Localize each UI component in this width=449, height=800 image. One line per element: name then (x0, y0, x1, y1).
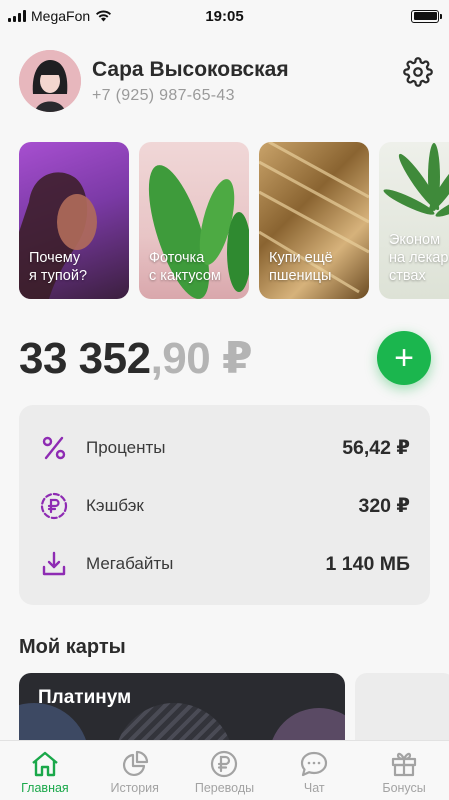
bonus-label: Проценты (86, 438, 166, 457)
download-icon (39, 549, 69, 579)
battery-icon (411, 9, 442, 23)
ruble-coin-icon (39, 491, 69, 521)
tab-label: Переводы (194, 781, 255, 795)
balance-integer: 33 352 (19, 333, 151, 383)
gear-icon (403, 57, 433, 87)
tab-label: Главная (21, 781, 69, 795)
bonus-summary-card: Проценты 56,42 ₽ Кэшбэк 320 ₽ Мегабайты … (19, 405, 430, 605)
card-decoration (114, 703, 234, 743)
tab-chat[interactable]: Чат (269, 741, 359, 800)
profile-phone: +7 (925) 987-65-43 (92, 86, 235, 104)
card-name: Платинум (38, 687, 132, 708)
pie-chart-icon (119, 748, 151, 780)
gift-icon (388, 748, 420, 780)
bonus-value: 56,42 ₽ (342, 437, 410, 459)
story-label: Почему я тупой? (29, 250, 88, 284)
story-card[interactable]: Почему я тупой? (19, 142, 129, 299)
profile-header: Сара Высоковская +7 (925) 987-65-43 (19, 48, 434, 114)
tab-label: Чат (303, 781, 325, 795)
story-label: Купи ещё пшеницы (269, 250, 333, 284)
tab-bonuses[interactable]: Бонусы (359, 741, 449, 800)
percent-icon (39, 433, 69, 463)
stories-carousel[interactable]: Почему я тупой? Фоточка с кактусом Купи … (19, 142, 449, 300)
tab-label: История (110, 781, 159, 795)
profile-name: Сара Высоковская (92, 57, 289, 81)
balance-fraction: ,90 ₽ (150, 333, 253, 383)
settings-button[interactable] (402, 56, 434, 88)
status-left: MegaFon (8, 8, 112, 24)
story-label: Эконом на лекар ствах (389, 232, 449, 284)
card-next[interactable] (355, 673, 449, 743)
story-card[interactable]: Эконом на лекар ствах (379, 142, 449, 299)
avatar[interactable] (19, 50, 81, 112)
profile-info: Сара Высоковская +7 (925) 987-65-43 (92, 58, 402, 105)
card-decoration (269, 708, 345, 743)
ruble-icon (208, 748, 240, 780)
cards-section-title: Мой карты (19, 636, 126, 658)
bonus-label: Кэшбэк (86, 496, 144, 515)
carrier-name: MegaFon (31, 8, 91, 24)
story-card[interactable]: Фоточка с кактусом (139, 142, 249, 299)
add-funds-button[interactable]: + (377, 331, 431, 385)
status-bar: MegaFon 19:05 (0, 0, 449, 32)
bonus-value: 1 140 МБ (325, 552, 410, 575)
signal-icon (8, 10, 26, 22)
story-label: Фоточка с кактусом (149, 250, 221, 284)
cards-carousel[interactable]: Платинум (19, 673, 449, 743)
bonus-value: 320 ₽ (358, 495, 410, 517)
story-card[interactable]: Купи ещё пшеницы (259, 142, 369, 299)
balance-amount: 33 352,90 ₽ (19, 333, 253, 384)
card-decoration (19, 703, 89, 743)
bonus-label: Мегабайты (86, 554, 174, 573)
bonus-row-interest[interactable]: Проценты 56,42 ₽ (39, 419, 410, 477)
tab-home[interactable]: Главная (0, 741, 90, 800)
balance-row: 33 352,90 ₽ + (19, 331, 431, 385)
battery-fill (413, 12, 437, 20)
avatar-image (19, 50, 81, 112)
tab-label: Бонусы (382, 781, 426, 795)
chat-bubble-icon (298, 748, 330, 780)
wifi-icon (96, 10, 112, 22)
bonus-row-cashback[interactable]: Кэшбэк 320 ₽ (39, 477, 410, 535)
home-icon (29, 748, 61, 780)
tab-bar: Главная История Переводы Чат Бонусы (0, 740, 449, 800)
tab-transfers[interactable]: Переводы (180, 741, 270, 800)
bonus-row-megabytes[interactable]: Мегабайты 1 140 МБ (39, 535, 410, 593)
tab-history[interactable]: История (90, 741, 180, 800)
card-platinum[interactable]: Платинум (19, 673, 345, 743)
